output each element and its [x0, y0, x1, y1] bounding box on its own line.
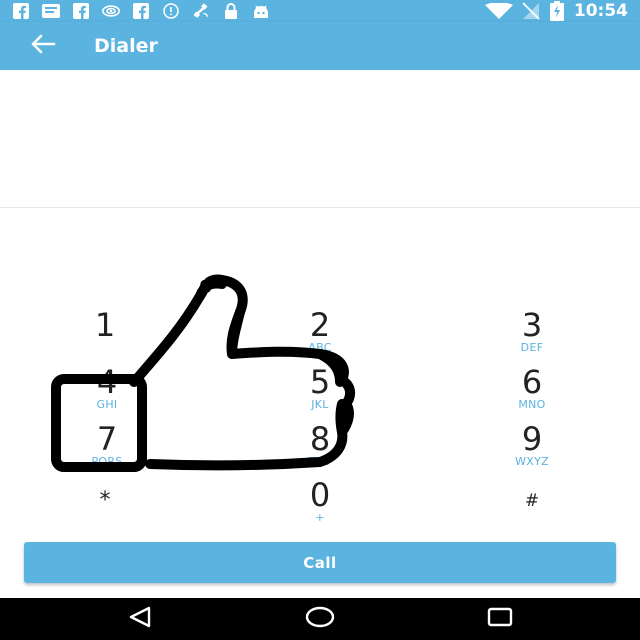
key-letters: ABC [308, 341, 332, 354]
key-7[interactable]: 7 PQRS [37, 422, 177, 478]
back-triangle-icon [128, 606, 152, 633]
key-digit: 5 [309, 363, 331, 401]
key-digit: 2 [309, 306, 331, 344]
key-letters: DEF [520, 341, 544, 354]
status-system-icons: 10:54 [484, 0, 628, 22]
lock-icon [222, 2, 240, 20]
key-9[interactable]: 9 WXYZ [462, 422, 602, 478]
key-letters: PQRS [91, 455, 123, 468]
key-3[interactable]: 3 DEF [462, 308, 602, 364]
system-nav-bar [0, 598, 640, 640]
key-digit: # [524, 491, 540, 511]
nav-home-button[interactable] [300, 606, 340, 633]
key-letters: GHI [96, 398, 118, 411]
nav-back-button[interactable] [120, 606, 160, 633]
key-digit: 4 [96, 363, 118, 401]
key-8[interactable]: 8 TUV [250, 422, 390, 478]
key-digit: 8 [309, 420, 331, 458]
facebook-icon [12, 2, 30, 20]
recents-square-icon [487, 607, 513, 632]
app-bar: Dialer [0, 22, 640, 70]
no-signal-icon [522, 2, 540, 20]
wifi-icon [484, 2, 514, 20]
key-letters: JKL [311, 398, 329, 411]
key-digit: 7 [96, 420, 118, 458]
arrow-left-icon [30, 34, 56, 59]
status-bar: 10:54 [0, 0, 640, 22]
call-button-label: Call [303, 553, 337, 572]
key-letters: + [315, 511, 325, 524]
key-1[interactable]: 1 [35, 308, 175, 364]
key-letters: TUV [308, 455, 332, 468]
page-title: Dialer [94, 35, 158, 57]
key-2[interactable]: 2 ABC [250, 308, 390, 364]
home-circle-icon [305, 606, 335, 633]
key-digit: * [99, 488, 111, 513]
key-digit: 1 [94, 306, 116, 344]
facebook-icon [72, 2, 90, 20]
key-letters: MNO [518, 398, 546, 411]
call-button[interactable]: Call [24, 542, 616, 583]
key-star[interactable]: * [35, 478, 175, 534]
key-4[interactable]: 4 GHI [37, 365, 177, 421]
satellite-icon [192, 2, 210, 20]
key-digit: 9 [521, 420, 543, 458]
nav-recents-button[interactable] [480, 607, 520, 631]
message-icon [42, 2, 60, 20]
status-time: 10:54 [573, 1, 628, 21]
status-notification-icons [12, 2, 282, 20]
key-letters: WXYZ [515, 455, 549, 468]
key-digit: 6 [521, 363, 543, 401]
key-hash[interactable]: # [462, 478, 602, 534]
android-icon [252, 2, 270, 20]
key-5[interactable]: 5 JKL [250, 365, 390, 421]
battery-charging-icon [549, 1, 564, 21]
number-display[interactable] [0, 70, 640, 208]
key-digit: 3 [521, 306, 543, 344]
info-icon [162, 2, 180, 20]
back-button[interactable] [28, 34, 58, 58]
key-digit: 0 [309, 476, 331, 514]
key-0[interactable]: 0 + [250, 478, 390, 534]
key-6[interactable]: 6 MNO [462, 365, 602, 421]
facebook-icon [132, 2, 150, 20]
wifi-signal-icon [102, 2, 120, 20]
